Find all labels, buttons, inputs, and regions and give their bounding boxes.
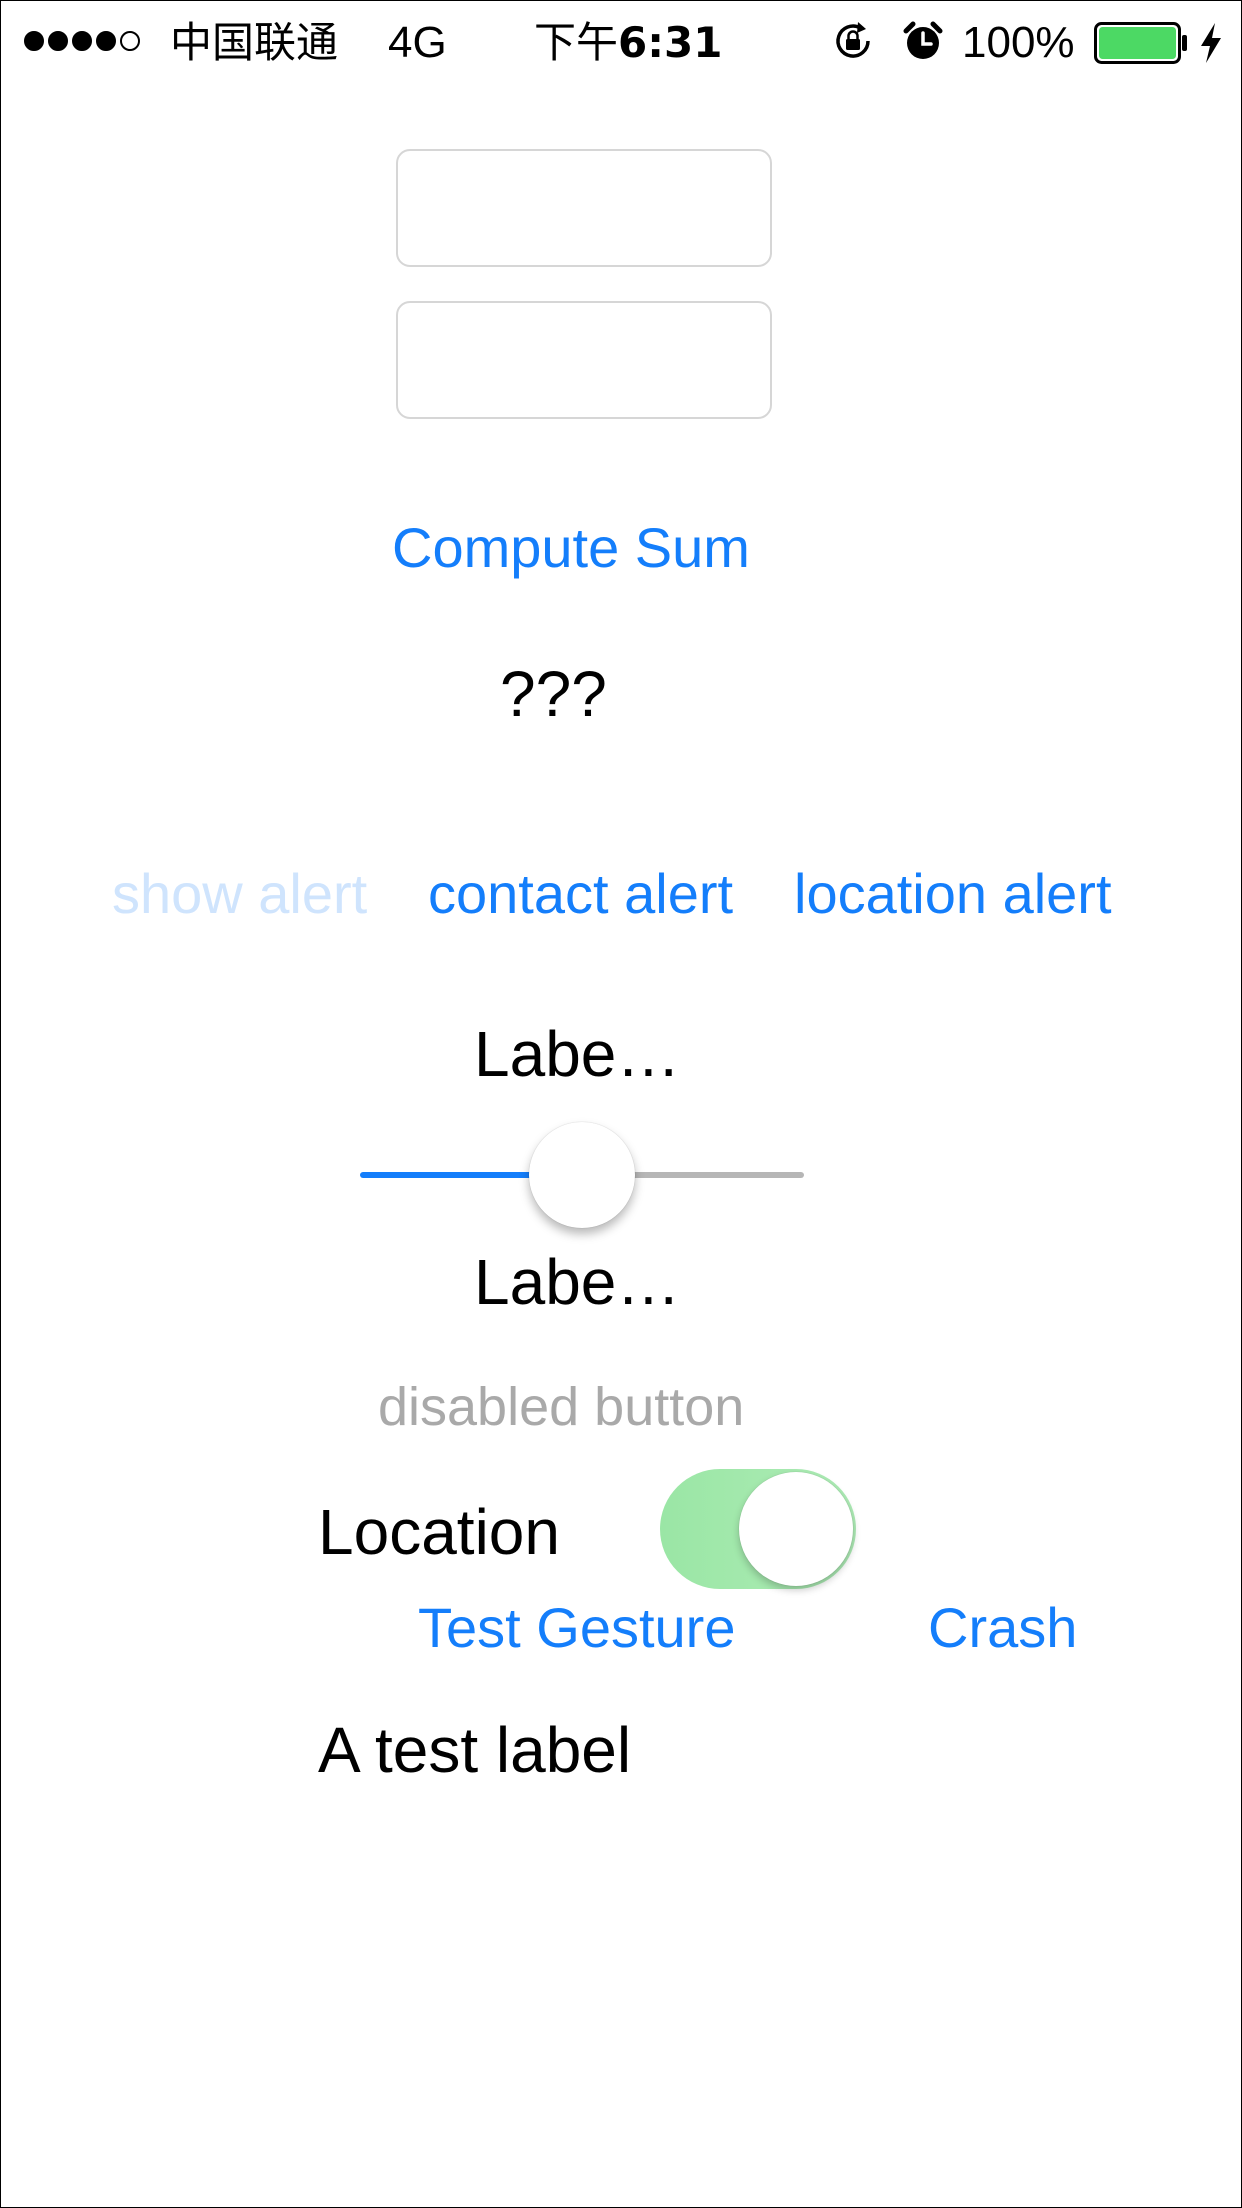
orientation-lock-icon (836, 22, 870, 58)
signal-dots-icon (24, 31, 140, 55)
signal-dot-filled (48, 31, 68, 51)
second-number-field[interactable] (396, 301, 772, 419)
network-type: 4G (388, 18, 447, 67)
time-value: 6:31 (618, 18, 723, 67)
contact-alert-button[interactable]: contact alert (428, 866, 733, 922)
signal-dot-empty (120, 31, 140, 51)
charging-bolt-icon (1201, 23, 1221, 63)
sum-result-label: ??? (500, 658, 607, 730)
alarm-clock-icon (903, 21, 943, 59)
status-bar: 中国联通 4G 下午6:31 100% (0, 0, 1242, 86)
first-number-field[interactable] (396, 149, 772, 267)
slider-label-bottom: Labe… (474, 1246, 681, 1318)
signal-dot-filled (24, 31, 44, 51)
carrier-name: 中国联通 (170, 18, 339, 67)
battery-percent: 100% (962, 18, 1075, 67)
test-gesture-button[interactable]: Test Gesture (418, 1600, 735, 1656)
show-alert-button[interactable]: show alert (112, 866, 367, 922)
slider-label-top: Labe… (474, 1018, 681, 1090)
slider-thumb[interactable] (529, 1122, 635, 1228)
battery-icon (1094, 22, 1187, 64)
location-alert-button[interactable]: location alert (794, 866, 1112, 922)
signal-dot-filled (96, 31, 116, 51)
time-prefix: 下午 (534, 18, 619, 67)
crash-button[interactable]: Crash (928, 1600, 1077, 1656)
status-time: 下午6:31 (534, 0, 722, 86)
signal-dot-filled (72, 31, 92, 51)
test-label: A test label (318, 1714, 632, 1786)
location-toggle-switch[interactable] (660, 1469, 856, 1589)
value-slider[interactable] (360, 1120, 804, 1230)
location-label: Location (318, 1496, 560, 1568)
disabled-button: disabled button (378, 1377, 745, 1437)
compute-sum-button[interactable]: Compute Sum (392, 520, 750, 576)
toggle-knob (739, 1472, 853, 1586)
